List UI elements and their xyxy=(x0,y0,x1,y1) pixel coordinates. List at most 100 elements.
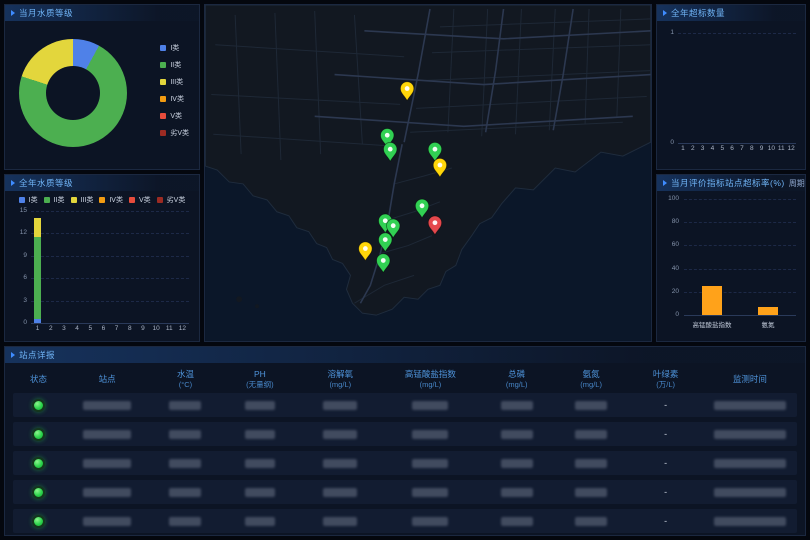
table-cell: - xyxy=(628,458,702,468)
redacted-cell xyxy=(554,517,628,526)
status-dot-normal xyxy=(32,515,45,528)
table-row[interactable]: - xyxy=(13,422,797,446)
city-map[interactable] xyxy=(205,5,651,341)
table-row[interactable]: - xyxy=(13,393,797,417)
panel-year-exceed-count: 全年超标数量 01123456789101112 xyxy=(656,4,806,170)
legend-label: II类 xyxy=(54,195,65,205)
panel-header: 当月评价指标站点超标率(%) 周期 xyxy=(657,175,805,191)
table-row[interactable]: - xyxy=(13,451,797,475)
legend-item[interactable]: 劣V类 xyxy=(157,194,186,205)
redacted-cell xyxy=(703,401,797,410)
panel-title-icon xyxy=(11,352,15,358)
panel-station-table: 站点详报 状态站点水温(°C)PH(无量纲)溶解氧(mg/L)高锰酸盐指数(mg… xyxy=(4,346,806,536)
redacted-cell xyxy=(703,459,797,468)
legend-swatch-icon xyxy=(160,79,166,85)
legend-item[interactable]: IV类 xyxy=(99,194,123,205)
column-header: 监测时间 xyxy=(703,374,797,385)
month-level-donut-chart xyxy=(19,39,127,147)
column-header: PH(无量纲) xyxy=(221,369,299,389)
redacted-cell xyxy=(64,517,150,526)
donut-hole xyxy=(46,66,100,120)
redacted-cell xyxy=(64,430,150,439)
redacted-cell xyxy=(554,488,628,497)
redacted-cell xyxy=(150,430,221,439)
panel-header: 全年超标数量 xyxy=(657,5,805,21)
legend-label: IV类 xyxy=(170,94,184,104)
panel-title: 当月水质等级 xyxy=(19,7,73,19)
column-header: 站点 xyxy=(64,374,150,385)
legend-item[interactable]: I类 xyxy=(160,43,189,53)
redacted-cell xyxy=(299,488,381,497)
redacted-cell xyxy=(479,459,553,468)
redacted-cell xyxy=(381,517,479,526)
legend-swatch-icon xyxy=(44,197,50,203)
year-level-bar-chart: 03691215123456789101112 xyxy=(11,205,193,337)
panel-header: 站点详报 xyxy=(5,347,805,363)
redacted-cell xyxy=(554,401,628,410)
legend-label: V类 xyxy=(170,111,182,121)
redacted-cell xyxy=(299,401,381,410)
legend-swatch-icon xyxy=(160,45,166,51)
redacted-cell xyxy=(64,488,150,497)
legend-swatch-icon xyxy=(157,197,163,203)
water-class-legend: I类 II类 III类 IV类 V类劣V类 xyxy=(160,43,189,138)
panel-title: 全年水质等级 xyxy=(19,177,73,189)
redacted-cell xyxy=(150,517,221,526)
column-header: 叶绿素(万/L) xyxy=(628,369,702,389)
legend-item[interactable]: I类 xyxy=(19,194,38,205)
redacted-cell xyxy=(299,430,381,439)
redacted-cell xyxy=(221,488,299,497)
column-header: 溶解氧(mg/L) xyxy=(299,369,381,389)
legend-item[interactable]: 劣V类 xyxy=(160,128,189,138)
legend-label: I类 xyxy=(170,43,179,53)
map-island xyxy=(236,296,242,302)
legend-item[interactable]: V类 xyxy=(129,194,151,205)
redacted-cell xyxy=(150,401,221,410)
redacted-cell xyxy=(221,430,299,439)
redacted-cell xyxy=(554,430,628,439)
redacted-cell xyxy=(479,488,553,497)
table-cell: - xyxy=(628,429,702,439)
legend-item[interactable]: III类 xyxy=(160,77,189,87)
dashboard: 当月水质等级 I类II类III类IV类V类劣V类 全年水质等级 I类II类III… xyxy=(0,0,810,540)
legend-item[interactable]: V类 xyxy=(160,111,189,121)
panel-header: 当月水质等级 xyxy=(5,5,199,21)
redacted-cell xyxy=(299,459,381,468)
legend-label: V类 xyxy=(139,195,151,205)
panel-month-exceed-rate: 当月评价指标站点超标率(%) 周期 020406080100高锰酸盐指数氨氮 xyxy=(656,174,806,342)
redacted-cell xyxy=(381,401,479,410)
status-dot-normal xyxy=(32,457,45,470)
legend-label: III类 xyxy=(81,195,94,205)
legend-swatch-icon xyxy=(129,197,135,203)
table-row[interactable]: - xyxy=(13,509,797,533)
panel-title-icon xyxy=(663,180,667,186)
redacted-cell xyxy=(381,459,479,468)
legend-label: III类 xyxy=(170,77,183,87)
panel-title: 全年超标数量 xyxy=(671,7,725,19)
legend-label: II类 xyxy=(170,60,181,70)
legend-label: 劣V类 xyxy=(167,195,186,205)
legend-item[interactable]: II类 xyxy=(160,60,189,70)
legend-item[interactable]: IV类 xyxy=(160,94,189,104)
legend-item[interactable]: II类 xyxy=(44,194,65,205)
legend-swatch-icon xyxy=(160,113,166,119)
legend-label: 劣V类 xyxy=(170,128,189,138)
redacted-cell xyxy=(554,459,628,468)
redacted-cell xyxy=(479,401,553,410)
period-selector[interactable]: 周期 xyxy=(789,178,805,189)
panel-title-icon xyxy=(11,10,15,16)
legend-swatch-icon xyxy=(99,197,105,203)
map-panel[interactable] xyxy=(204,4,652,342)
panel-title: 当月评价指标站点超标率(%) xyxy=(671,177,785,189)
column-header: 状态 xyxy=(13,374,64,385)
panel-title-icon xyxy=(11,180,15,186)
column-header: 总磷(mg/L) xyxy=(479,369,553,389)
table-cell: - xyxy=(628,400,702,410)
legend-label: IV类 xyxy=(109,195,123,205)
year-exceed-line-chart: 01123456789101112 xyxy=(662,21,800,159)
status-dot-normal xyxy=(32,399,45,412)
table-row[interactable]: - xyxy=(13,480,797,504)
legend-item[interactable]: III类 xyxy=(71,194,94,205)
table-cell: - xyxy=(628,487,702,497)
column-header: 氨氮(mg/L) xyxy=(554,369,628,389)
